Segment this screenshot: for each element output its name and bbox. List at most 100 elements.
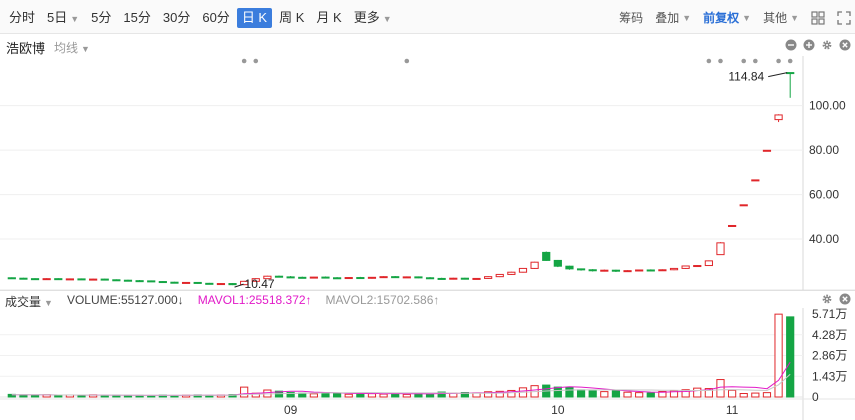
volume-bar[interactable] <box>600 391 609 398</box>
candle[interactable] <box>751 179 760 182</box>
candle[interactable] <box>333 277 342 280</box>
candle[interactable] <box>356 276 365 280</box>
volume-bar[interactable] <box>425 393 435 398</box>
event-dot[interactable] <box>776 58 781 64</box>
tab-15-min[interactable]: 15分 <box>118 8 155 28</box>
volume-bar[interactable] <box>240 386 249 398</box>
candle[interactable] <box>135 279 144 283</box>
tab-5-day[interactable]: 5日 ▼ <box>42 8 84 28</box>
candle[interactable] <box>30 278 40 281</box>
candle[interactable] <box>565 265 574 270</box>
candle[interactable] <box>762 149 772 152</box>
volume-bar[interactable] <box>762 392 772 398</box>
candle[interactable] <box>414 276 423 279</box>
candle[interactable] <box>472 277 481 280</box>
candle[interactable] <box>216 283 226 286</box>
candle[interactable] <box>786 72 795 98</box>
candle[interactable] <box>658 269 667 272</box>
candle[interactable] <box>449 277 458 280</box>
candle[interactable] <box>588 269 597 272</box>
volume-bar[interactable] <box>576 389 586 398</box>
candle[interactable] <box>112 279 121 282</box>
candle[interactable] <box>460 277 469 280</box>
volume-bar[interactable] <box>100 395 109 398</box>
candle[interactable] <box>54 278 63 281</box>
gear-icon[interactable] <box>821 293 833 305</box>
candle[interactable] <box>437 277 446 280</box>
candle[interactable] <box>635 269 644 272</box>
volume-bar[interactable] <box>30 394 40 398</box>
candle[interactable] <box>42 278 51 281</box>
minus-circle-icon[interactable] <box>785 39 797 51</box>
other-dropdown[interactable]: 其他 ▼ <box>763 9 799 26</box>
candle[interactable] <box>600 269 609 272</box>
candle[interactable] <box>739 204 748 207</box>
tab-30-min[interactable]: 30分 <box>158 8 195 28</box>
event-dot[interactable] <box>706 58 712 64</box>
volume-bar[interactable] <box>309 393 318 398</box>
volume-bar[interactable] <box>728 389 737 398</box>
candle[interactable] <box>518 267 528 273</box>
plus-circle-icon[interactable] <box>803 39 815 51</box>
volume-bar[interactable] <box>333 393 342 398</box>
volume-bar[interactable] <box>635 392 644 398</box>
candle[interactable] <box>623 270 632 273</box>
candle[interactable] <box>274 275 284 278</box>
event-dot[interactable] <box>741 58 747 64</box>
candle[interactable] <box>553 259 562 268</box>
volume-bar[interactable] <box>298 392 307 398</box>
candle[interactable] <box>309 276 318 279</box>
candle[interactable] <box>147 280 156 283</box>
volume-bar[interactable] <box>54 394 63 398</box>
event-dot[interactable] <box>718 58 723 64</box>
volume-bar[interactable] <box>77 394 86 398</box>
tab-daily-k[interactable]: 日 K <box>236 8 273 28</box>
candle[interactable] <box>123 279 133 282</box>
event-dot[interactable] <box>253 58 259 64</box>
chips-button[interactable]: 筹码 <box>619 9 643 26</box>
tab-monthly-k[interactable]: 月 K <box>311 8 346 28</box>
volume-bar[interactable] <box>123 395 133 398</box>
candle[interactable] <box>495 273 504 278</box>
candle[interactable] <box>321 276 330 279</box>
volume-bar[interactable] <box>402 393 411 398</box>
candle[interactable] <box>576 268 586 271</box>
candle[interactable] <box>425 277 435 280</box>
tab-5-min[interactable]: 5分 <box>86 8 116 28</box>
tab-intraday[interactable]: 分时 <box>4 8 40 28</box>
event-dot[interactable] <box>753 58 758 64</box>
close-icon[interactable] <box>839 39 851 51</box>
volume-bar[interactable] <box>693 387 702 398</box>
gear-icon[interactable] <box>821 39 833 51</box>
volume-bar[interactable] <box>786 316 795 398</box>
candle[interactable] <box>391 275 400 279</box>
candle[interactable] <box>100 278 109 281</box>
volume-bar[interactable] <box>611 389 621 398</box>
candle[interactable] <box>89 278 98 281</box>
volume-bar[interactable] <box>716 379 725 398</box>
candle[interactable] <box>379 276 388 279</box>
candle[interactable] <box>669 267 679 271</box>
grid-view-icon[interactable] <box>811 10 825 25</box>
candle[interactable] <box>298 276 307 279</box>
candle[interactable] <box>716 242 725 256</box>
candle[interactable] <box>344 277 353 280</box>
tab-weekly-k[interactable]: 周 K <box>274 8 309 28</box>
candle[interactable] <box>530 261 539 269</box>
candle[interactable] <box>681 265 690 269</box>
candle[interactable] <box>205 282 214 285</box>
candle[interactable] <box>286 275 295 279</box>
volume-bar[interactable] <box>588 390 597 398</box>
volume-bar[interactable] <box>565 386 574 398</box>
volume-bar[interactable] <box>367 393 377 398</box>
candle[interactable] <box>7 277 16 280</box>
candle[interactable] <box>170 281 179 284</box>
volume-bar[interactable] <box>646 392 655 398</box>
volume-bar[interactable] <box>623 391 632 398</box>
candle[interactable] <box>228 283 237 286</box>
candle[interactable] <box>728 224 737 227</box>
volume-bar[interactable] <box>553 386 562 398</box>
event-dot[interactable] <box>787 58 793 64</box>
tab-more[interactable]: 更多 ▼ <box>349 8 397 28</box>
overlay-dropdown[interactable]: 叠加 ▼ <box>655 9 691 26</box>
